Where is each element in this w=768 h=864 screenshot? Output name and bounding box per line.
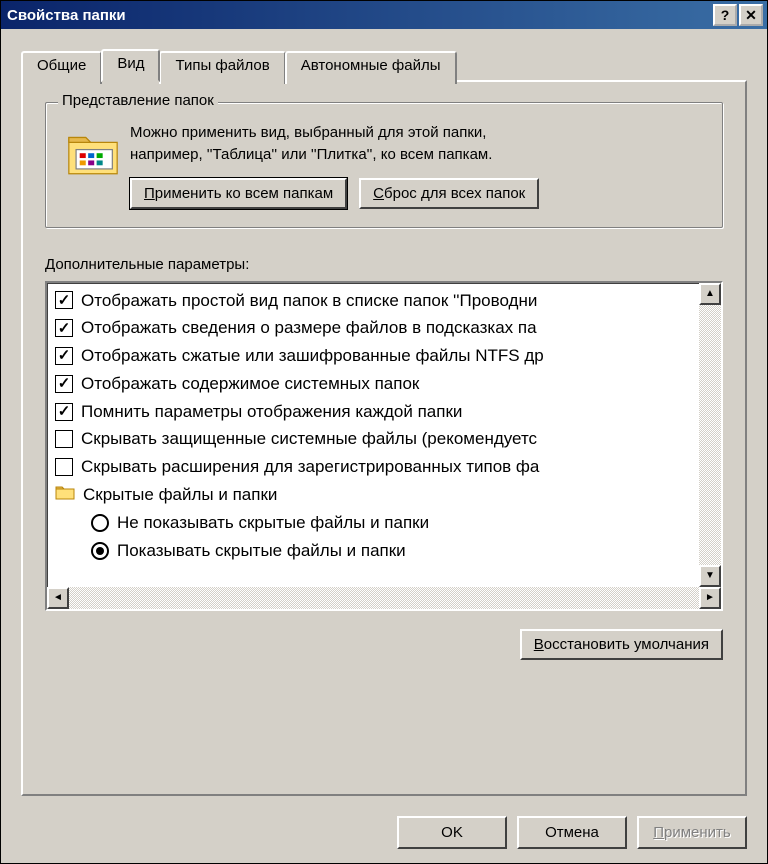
group-text-line1: Можно применить вид, выбранный для этой … [130, 123, 704, 143]
list-item[interactable]: Скрывать защищенные системные файлы (рек… [55, 427, 721, 451]
list-item[interactable]: Отображать сведения о размере файлов в п… [55, 316, 721, 340]
help-icon: ? [721, 7, 730, 23]
cancel-button[interactable]: Отмена [517, 816, 627, 849]
list-item[interactable]: Скрытые файлы и папки [55, 483, 721, 507]
tab-general[interactable]: Общие [21, 51, 102, 84]
horizontal-scrollbar[interactable]: ◄ ► [47, 587, 721, 609]
folder-icon [55, 483, 75, 507]
tab-filetypes[interactable]: Типы файлов [159, 51, 285, 84]
additional-params-label: Дополнительные параметры: [45, 256, 723, 273]
apply-to-all-button[interactable]: Применить ко всем папкам [130, 178, 347, 209]
scroll-up-icon[interactable]: ▲ [699, 283, 721, 305]
radio-icon[interactable] [91, 514, 109, 532]
scroll-right-icon[interactable]: ► [699, 587, 721, 609]
client-area: Общие Вид Типы файлов Автономные файлы П… [1, 29, 767, 806]
radio-icon[interactable] [91, 542, 109, 560]
group-text-line2: например, ''Таблица'' или ''Плитка'', ко… [130, 145, 704, 165]
reset-all-button[interactable]: Сброс для всех папок [359, 178, 539, 209]
list-item[interactable]: Показывать скрытые файлы и папки [55, 539, 721, 563]
close-button[interactable]: ✕ [739, 4, 763, 26]
folder-views-icon [64, 123, 122, 181]
help-button[interactable]: ? [713, 4, 737, 26]
tab-panel-view: Представление папок Можно при [21, 80, 747, 796]
checkbox-icon[interactable] [55, 347, 73, 365]
list-item-label: Показывать скрытые файлы и папки [117, 539, 406, 563]
list-item-label: Отображать простой вид папок в списке па… [81, 289, 537, 313]
window-title: Свойства папки [7, 7, 711, 24]
settings-tree[interactable]: Отображать простой вид папок в списке па… [45, 281, 723, 611]
list-item-label: Скрытые файлы и папки [83, 483, 277, 507]
list-item-label: Скрывать расширения для зарегистрированн… [81, 455, 539, 479]
list-item-label: Помнить параметры отображения каждой пап… [81, 400, 462, 424]
group-content: Можно применить вид, выбранный для этой … [64, 123, 704, 209]
checkbox-icon[interactable] [55, 375, 73, 393]
list-item-label: Скрывать защищенные системные файлы (рек… [81, 427, 537, 451]
checkbox-icon[interactable] [55, 430, 73, 448]
list-item-label: Отображать содержимое системных папок [81, 372, 419, 396]
list-item-label: Не показывать скрытые файлы и папки [117, 511, 429, 535]
scroll-left-icon[interactable]: ◄ [47, 587, 69, 609]
checkbox-icon[interactable] [55, 319, 73, 337]
scroll-down-icon[interactable]: ▼ [699, 565, 721, 587]
folder-views-group: Представление папок Можно при [45, 102, 723, 228]
titlebar: Свойства папки ? ✕ [1, 1, 767, 29]
tab-offline[interactable]: Автономные файлы [285, 51, 457, 84]
list-item[interactable]: Скрывать расширения для зарегистрированн… [55, 455, 721, 479]
list-item-label: Отображать сжатые или зашифрованные файл… [81, 344, 544, 368]
group-text: Можно применить вид, выбранный для этой … [130, 123, 704, 209]
list-item[interactable]: Не показывать скрытые файлы и папки [55, 511, 721, 535]
settings-tree-content: Отображать простой вид папок в списке па… [47, 283, 721, 609]
folder-options-window: Свойства папки ? ✕ Общие Вид Типы файлов… [0, 0, 768, 864]
list-item-label: Отображать сведения о размере файлов в п… [81, 316, 537, 340]
scroll-track[interactable] [699, 305, 721, 565]
scroll-track-h[interactable] [69, 587, 699, 609]
list-item[interactable]: Помнить параметры отображения каждой пап… [55, 400, 721, 424]
vertical-scrollbar[interactable]: ▲ ▼ [699, 283, 721, 587]
tabs: Общие Вид Типы файлов Автономные файлы [21, 49, 747, 82]
checkbox-icon[interactable] [55, 291, 73, 309]
list-item[interactable]: Отображать простой вид папок в списке па… [55, 289, 721, 313]
checkbox-icon[interactable] [55, 403, 73, 421]
close-icon: ✕ [745, 7, 757, 24]
dialog-buttons: OK Отмена Применить [1, 806, 767, 863]
apply-button[interactable]: Применить [637, 816, 747, 849]
group-legend: Представление папок [58, 92, 218, 109]
list-item[interactable]: Отображать сжатые или зашифрованные файл… [55, 344, 721, 368]
tab-view[interactable]: Вид [101, 49, 160, 82]
checkbox-icon[interactable] [55, 458, 73, 476]
list-item[interactable]: Отображать содержимое системных папок [55, 372, 721, 396]
restore-defaults-button[interactable]: Восстановить умолчания [520, 629, 723, 660]
ok-button[interactable]: OK [397, 816, 507, 849]
